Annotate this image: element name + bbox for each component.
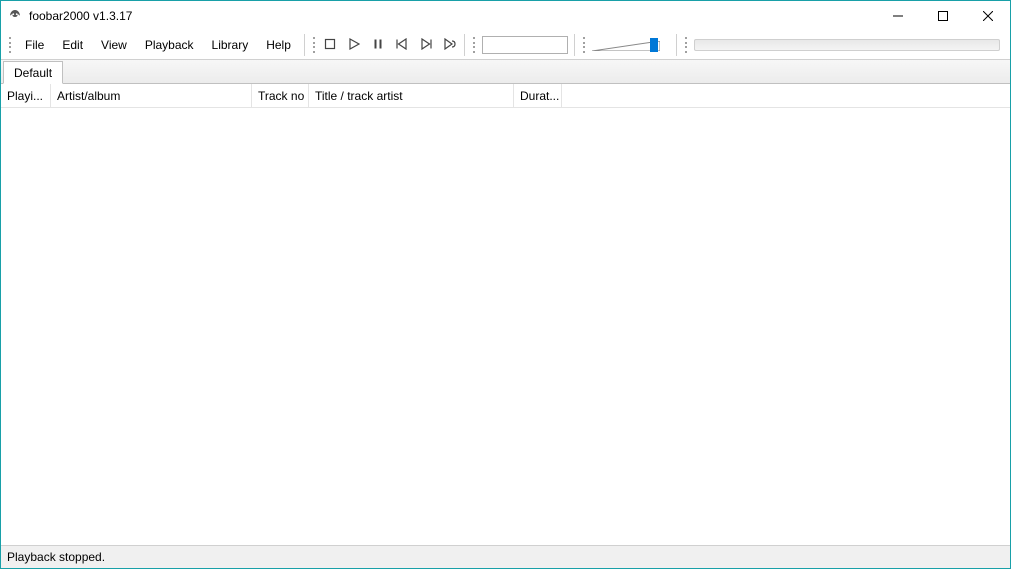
play-button[interactable]: [344, 35, 364, 55]
stop-button[interactable]: [320, 35, 340, 55]
window-title: foobar2000 v1.3.17: [29, 9, 132, 23]
playlist-tabs: Default: [1, 60, 1010, 84]
toolbar-grip-icon[interactable]: [581, 35, 587, 55]
toolbar-separator: [464, 34, 465, 56]
pause-icon: [372, 38, 384, 53]
stop-icon: [324, 38, 336, 53]
menu-playback[interactable]: Playback: [136, 34, 203, 56]
maximize-button[interactable]: [920, 1, 965, 31]
toolbar-separator: [574, 34, 575, 56]
pause-button[interactable]: [368, 35, 388, 55]
status-bar: Playback stopped.: [1, 546, 1010, 568]
toolbar-grip-icon[interactable]: [7, 35, 13, 55]
menu-toolbar-row: File Edit View Playback Library Help: [1, 31, 1010, 60]
volume-thumb[interactable]: [650, 38, 658, 52]
app-icon: [7, 8, 23, 24]
menu-view[interactable]: View: [92, 34, 136, 56]
app-window: foobar2000 v1.3.17 File Edit View Playba…: [0, 0, 1011, 569]
next-icon: [419, 38, 433, 53]
menu-file[interactable]: File: [16, 34, 53, 56]
toolbar-grip-icon[interactable]: [471, 35, 477, 55]
progress-bar[interactable]: [694, 39, 1000, 51]
status-text: Playback stopped.: [7, 550, 105, 564]
previous-button[interactable]: [392, 35, 412, 55]
toolbar-grip-icon[interactable]: [311, 35, 317, 55]
column-playing[interactable]: Playi...: [1, 84, 51, 107]
minimize-button[interactable]: [875, 1, 920, 31]
title-bar-left: foobar2000 v1.3.17: [7, 8, 132, 24]
tab-default[interactable]: Default: [3, 61, 63, 84]
previous-icon: [395, 38, 409, 53]
random-button[interactable]: [440, 35, 460, 55]
toolbar-grip-icon[interactable]: [683, 35, 689, 55]
column-artist[interactable]: Artist/album: [51, 84, 252, 107]
menu-edit[interactable]: Edit: [53, 34, 92, 56]
title-bar: foobar2000 v1.3.17: [1, 1, 1010, 31]
playlist-area[interactable]: [1, 108, 1010, 546]
menu-library[interactable]: Library: [203, 34, 258, 56]
toolbar-separator: [304, 34, 305, 56]
toolbar-separator: [676, 34, 677, 56]
playback-buttons: [320, 35, 460, 55]
column-title[interactable]: Title / track artist: [309, 84, 514, 107]
menu-help[interactable]: Help: [257, 34, 300, 56]
volume-slider[interactable]: [592, 35, 670, 55]
column-duration[interactable]: Durat...: [514, 84, 562, 107]
column-headers: Playi... Artist/album Track no Title / t…: [1, 84, 1010, 108]
next-button[interactable]: [416, 35, 436, 55]
random-icon: [443, 38, 457, 53]
play-icon: [348, 38, 360, 53]
close-button[interactable]: [965, 1, 1010, 31]
window-controls: [875, 1, 1010, 31]
column-trackno[interactable]: Track no: [252, 84, 309, 107]
seek-bar[interactable]: [482, 36, 568, 54]
